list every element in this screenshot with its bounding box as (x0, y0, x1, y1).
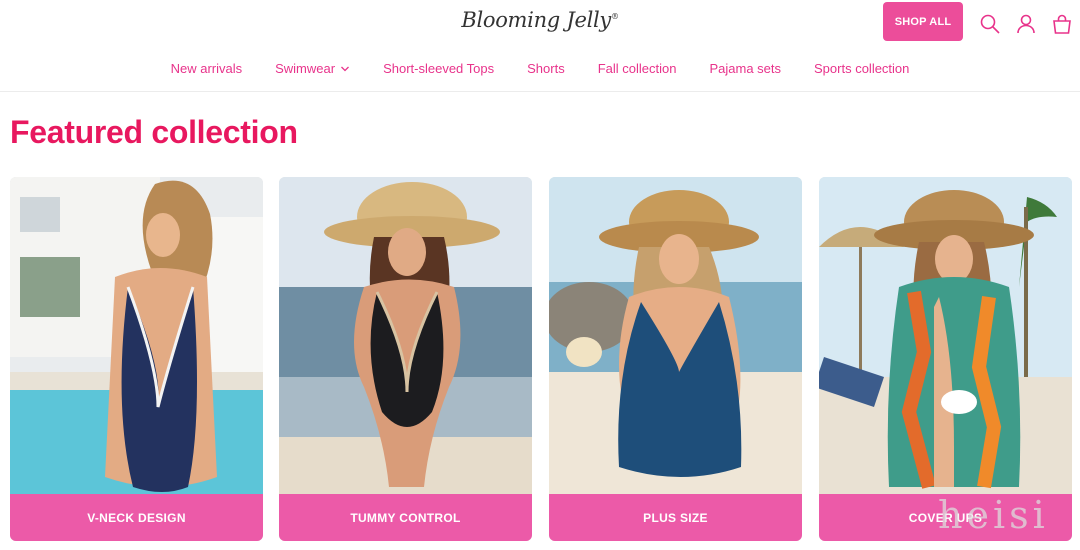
site-header: Blooming Jelly® SHOP ALL New arrivals Sw… (0, 0, 1080, 92)
card-label[interactable]: PLUS SIZE (549, 494, 802, 541)
card-label[interactable]: TUMMY CONTROL (279, 494, 532, 541)
card-label[interactable]: V-NECK DESIGN (10, 494, 263, 541)
nav-item-shorts[interactable]: Shorts (511, 61, 582, 76)
nav-item-fall-collection[interactable]: Fall collection (581, 61, 693, 76)
nav-item-sports-collection[interactable]: Sports collection (798, 61, 926, 76)
product-image[interactable] (819, 177, 1072, 494)
account-icon[interactable] (1014, 12, 1038, 36)
watermark-text: heisi (938, 493, 1049, 537)
collection-card-v-neck[interactable]: V-NECK DESIGN (10, 177, 263, 541)
nav-item-swimwear[interactable]: Swimwear (259, 61, 367, 76)
collection-card-cover-ups[interactable]: COVER UPS (819, 177, 1072, 541)
search-icon[interactable] (978, 12, 1002, 36)
collection-card-tummy-control[interactable]: TUMMY CONTROL (279, 177, 532, 541)
cart-icon[interactable] (1050, 12, 1074, 36)
collection-card-plus-size[interactable]: PLUS SIZE (549, 177, 802, 541)
chevron-down-icon (341, 66, 350, 71)
product-image[interactable] (279, 177, 532, 494)
nav-item-short-sleeved-tops[interactable]: Short-sleeved Tops (367, 61, 511, 76)
section-title: Featured collection (10, 114, 298, 150)
shop-all-button[interactable]: SHOP ALL (883, 2, 963, 41)
product-image[interactable] (549, 177, 802, 494)
nav-item-new-arrivals[interactable]: New arrivals (154, 61, 259, 76)
nav-item-pajama-sets[interactable]: Pajama sets (693, 61, 798, 76)
main-navigation: New arrivals Swimwear Short-sleeved Tops… (0, 61, 1080, 76)
product-image[interactable] (10, 177, 263, 494)
